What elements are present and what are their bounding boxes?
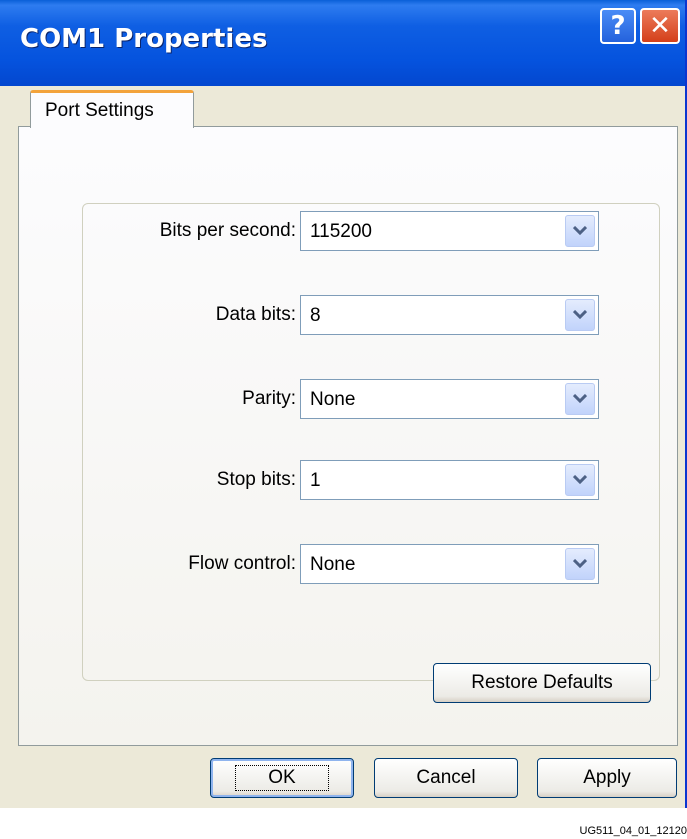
figure-id: UG511_04_01_12120 [579,825,687,837]
bits-per-second-label: Bits per second: [159,220,296,241]
data-bits-label: Data bits: [215,304,296,325]
stop-bits-label: Stop bits: [216,469,296,490]
restore-defaults-button[interactable]: Restore Defaults [433,663,651,703]
help-icon: ? [610,11,626,41]
ok-button[interactable]: OK [210,758,354,798]
chevron-down-icon[interactable] [565,464,595,496]
flow-control-select[interactable]: None [300,544,599,584]
dialog-body: Port Settings Bits per second: 115200 Da… [10,86,678,806]
help-button[interactable]: ? [600,8,636,44]
parity-select[interactable]: None [300,379,599,419]
bits-per-second-select[interactable]: 115200 [300,211,599,251]
data-bits-select[interactable]: 8 [300,295,599,335]
stop-bits-value: 1 [310,470,321,491]
chevron-down-icon[interactable] [565,383,595,415]
title-bar[interactable]: COM1 Properties ? ✕ [0,0,685,86]
chevron-down-icon[interactable] [565,299,595,331]
ok-button-label: OK [235,765,329,791]
parity-label: Parity: [242,388,296,409]
data-bits-value: 8 [310,305,321,326]
chevron-down-icon[interactable] [565,548,595,580]
close-icon: ✕ [649,11,671,41]
bits-per-second-value: 115200 [310,221,372,242]
port-settings-group [82,203,660,681]
flow-control-label: Flow control: [188,553,296,574]
flow-control-value: None [310,554,356,575]
dialog-title: COM1 Properties [20,24,268,54]
tab-panel-port-settings: Bits per second: 115200 Data bits: 8 Par… [18,126,678,746]
apply-button[interactable]: Apply [537,758,677,798]
properties-dialog: COM1 Properties ? ✕ Port Settings Bits p… [0,0,687,808]
tab-port-settings[interactable]: Port Settings [30,90,194,128]
cancel-button[interactable]: Cancel [374,758,518,798]
chevron-down-icon[interactable] [565,215,595,247]
parity-value: None [310,389,356,410]
stop-bits-select[interactable]: 1 [300,460,599,500]
close-button[interactable]: ✕ [640,8,680,44]
